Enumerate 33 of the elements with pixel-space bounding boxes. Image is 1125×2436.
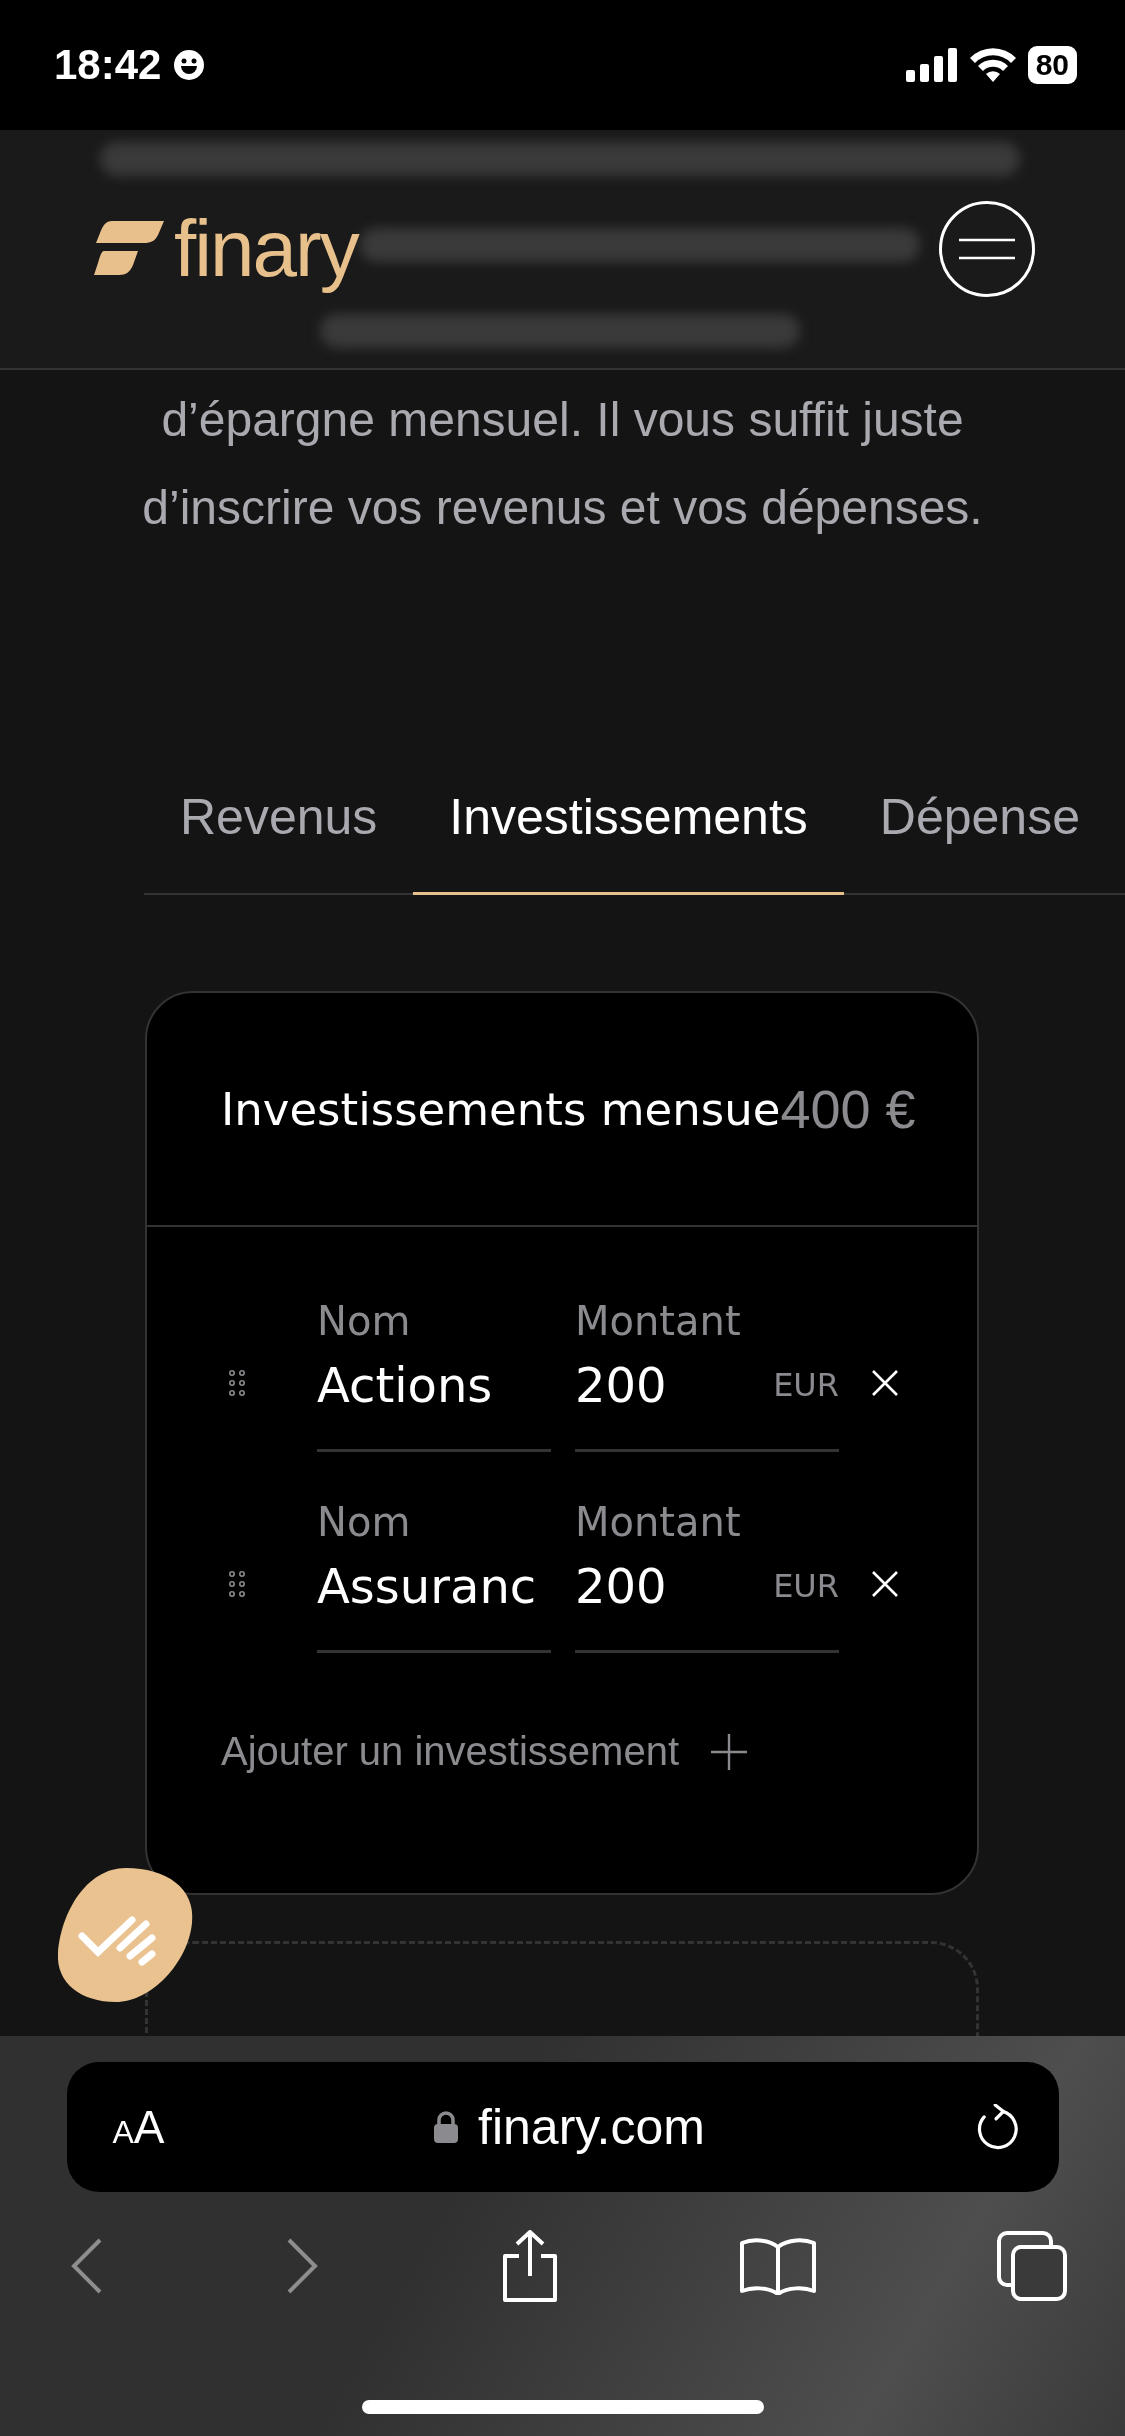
card-title: Investissements mensue — [221, 1082, 781, 1136]
total-amount: 400 € — [780, 1078, 916, 1140]
back-icon[interactable] — [70, 2238, 104, 2294]
logo-wordmark: finary — [174, 204, 358, 294]
logo-icon — [94, 221, 164, 277]
status-time: 18:42 — [54, 41, 162, 89]
menu-button[interactable] — [939, 201, 1035, 297]
share-icon[interactable] — [500, 2230, 559, 2302]
text-size-button[interactable]: AA — [112, 2100, 165, 2154]
url-text: finary.com — [478, 2098, 705, 2156]
name-field[interactable]: Nom Assuranc — [317, 1494, 551, 1653]
signal-icon — [905, 48, 958, 82]
tabs-icon[interactable] — [997, 2231, 1067, 2301]
close-icon[interactable] — [871, 1569, 899, 1598]
wifi-icon — [969, 48, 1016, 82]
name-field[interactable]: Nom Actions — [317, 1293, 551, 1452]
drag-handle-icon[interactable] — [229, 1369, 245, 1396]
address-bar[interactable]: AA finary.com — [66, 2062, 1059, 2192]
plus-icon — [711, 1733, 747, 1770]
close-icon[interactable] — [871, 1368, 899, 1397]
tab[interactable]: Investissements — [413, 778, 844, 895]
battery-indicator: 80 — [1027, 46, 1077, 84]
add-investment-button[interactable]: Ajouter un investissement — [221, 1729, 747, 1774]
forward-icon[interactable] — [285, 2238, 320, 2294]
intro-paragraph: d’épargne mensuel. Il vous suffit juste d’inscrire vos revenus et vos dépenses. — [141, 392, 984, 536]
drag-handle-icon[interactable] — [229, 1570, 245, 1597]
lock-icon — [434, 2111, 459, 2143]
amount-field[interactable]: Montant 200 EUR — [575, 1494, 839, 1653]
tab[interactable]: Dépense — [843, 778, 1116, 895]
smiley-icon — [173, 49, 206, 81]
tab[interactable]: Revenus — [144, 778, 414, 895]
bookmarks-icon[interactable] — [739, 2237, 816, 2295]
amount-field[interactable]: Montant 200 EUR — [575, 1293, 839, 1452]
